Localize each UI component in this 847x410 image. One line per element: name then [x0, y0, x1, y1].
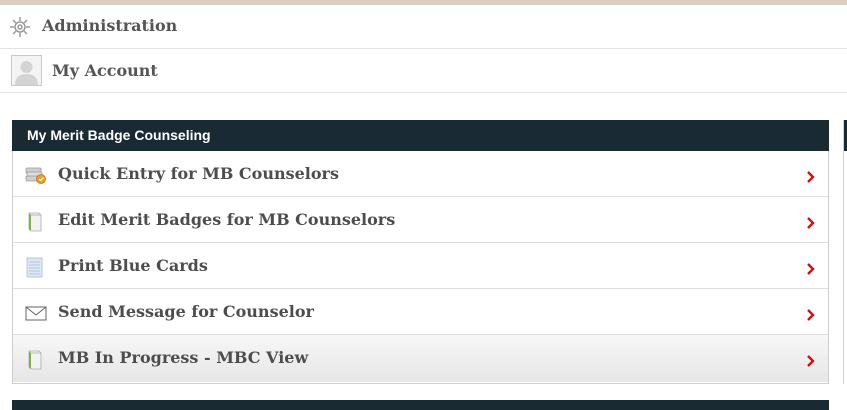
counseling-menu: Quick Entry for MB Counselors Edit Merit…: [13, 151, 828, 382]
administration-link[interactable]: Administration: [0, 5, 847, 49]
my-account-label: My Account: [52, 61, 158, 80]
menu-item-label: MB In Progress - MBC View: [58, 348, 309, 367]
chevron-right-icon: [807, 168, 815, 183]
menu-item-quick-entry[interactable]: Quick Entry for MB Counselors: [13, 151, 828, 197]
blue-card-icon: [25, 257, 45, 278]
chevron-right-icon: [807, 260, 815, 275]
menu-item-label: Edit Merit Badges for MB Counselors: [58, 210, 396, 229]
avatar: [11, 55, 42, 86]
menu-item-label: Print Blue Cards: [58, 256, 208, 275]
gear-icon: [9, 16, 31, 38]
next-panel-header: [12, 400, 829, 410]
book-icon: [25, 349, 45, 370]
adjacent-panel-edge: [843, 120, 847, 384]
panel-title: My Merit Badge Counseling: [12, 120, 829, 151]
menu-item-edit-merit-badges[interactable]: Edit Merit Badges for MB Counselors: [13, 197, 828, 243]
menu-item-label: Quick Entry for MB Counselors: [58, 164, 339, 183]
merit-badge-counseling-panel: My Merit Badge Counseling Quick Entry fo…: [12, 120, 829, 384]
book-icon: [25, 211, 45, 232]
chevron-right-icon: [807, 352, 815, 367]
menu-item-mb-in-progress[interactable]: MB In Progress - MBC View: [13, 335, 828, 382]
my-account-link[interactable]: My Account: [0, 50, 847, 93]
envelope-icon: [25, 303, 47, 323]
menu-item-label: Send Message for Counselor: [58, 302, 314, 321]
badge-stack-icon: [25, 165, 46, 185]
chevron-right-icon: [807, 306, 815, 321]
chevron-right-icon: [807, 214, 815, 229]
menu-item-send-message[interactable]: Send Message for Counselor: [13, 289, 828, 335]
menu-item-print-blue-cards[interactable]: Print Blue Cards: [13, 243, 828, 289]
administration-label: Administration: [42, 16, 178, 35]
